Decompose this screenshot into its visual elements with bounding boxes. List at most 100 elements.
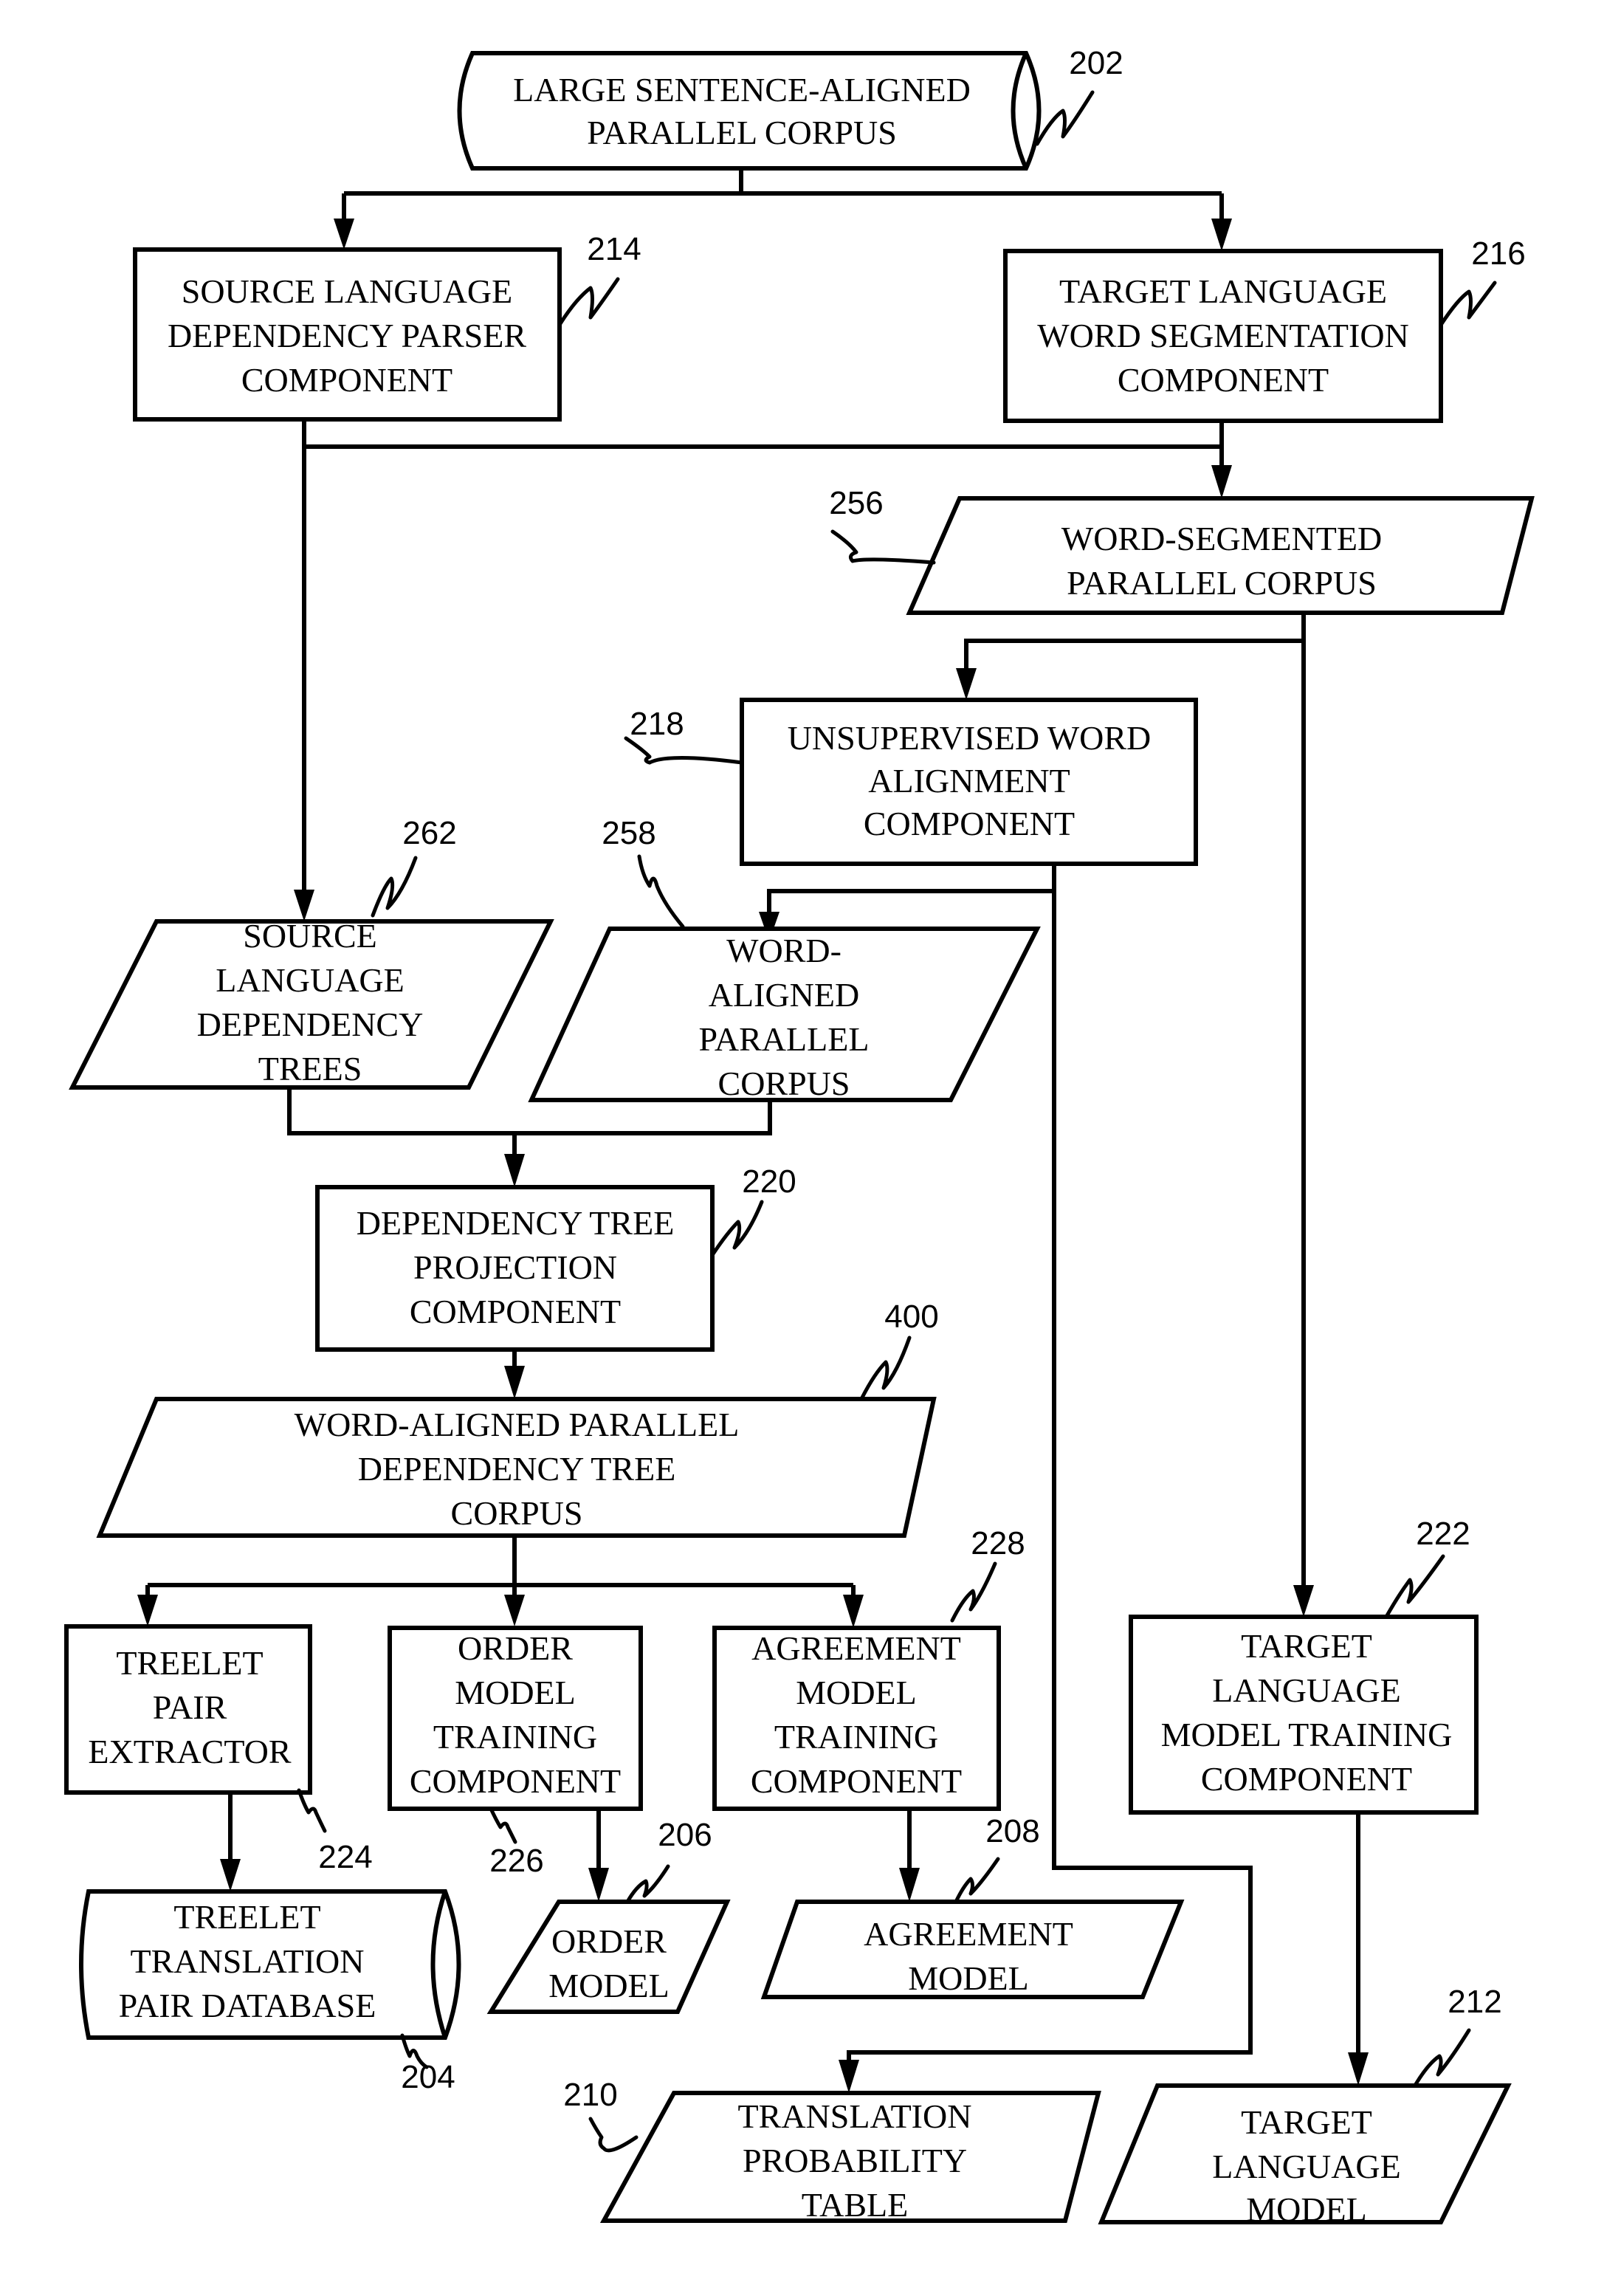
leader-squiggle-icon: [297, 1788, 327, 1833]
node-line: SOURCE LANGUAGE: [182, 272, 513, 310]
node-line: UNSUPERVISED WORD: [788, 719, 1152, 757]
node-treecorpus-400: WORD-ALIGNED PARALLEL DEPENDENCY TREE CORP…: [96, 1397, 937, 1538]
node-line: TRANSLATION: [131, 1942, 365, 1980]
node-line: AGREEMENT: [751, 1629, 961, 1667]
node-line: PARALLEL CORPUS: [587, 114, 897, 151]
ref-numeral: 220: [742, 1164, 796, 1200]
node-lmtrain-222: TARGET LANGUAGE MODEL TRAINING COMPONENT: [1129, 1615, 1479, 1815]
leader-squiggle-icon: [860, 1336, 912, 1400]
node-line: LARGE SENTENCE-ALIGNED: [513, 71, 971, 109]
node-line: MODEL: [796, 1674, 917, 1711]
leader-squiggle-icon: [371, 856, 418, 918]
node-line: MODEL TRAINING: [1161, 1716, 1453, 1753]
ref-numeral: 202: [1069, 45, 1123, 81]
edge-400-split: [148, 1536, 853, 1587]
node-line: WORD-: [726, 932, 842, 969]
arrow-to-208: [899, 1868, 920, 1902]
node-line: DEPENDENCY: [197, 1006, 424, 1043]
node-line: TARGET: [1241, 2103, 1372, 2141]
leader-squiggle-icon: [588, 2117, 639, 2153]
ref-numeral: 224: [318, 1839, 372, 1875]
leader-squiggle-icon: [710, 1200, 764, 1257]
ref-numeral: 256: [829, 485, 883, 521]
node-line: TREELET: [173, 1898, 320, 1936]
node-trees-262: SOURCE LANGUAGE DEPENDENCY TREES: [69, 917, 554, 1090]
node-treeletdb-204: TREELET TRANSLATION PAIR DATABASE: [79, 1889, 461, 2040]
ref-numeral: 210: [563, 2077, 617, 2113]
ref-numeral: 206: [658, 1817, 712, 1853]
ref-numeral: 222: [1416, 1516, 1470, 1552]
node-segmented-256: WORD-SEGMENTED PARALLEL CORPUS: [906, 496, 1535, 615]
node-aligned-258: WORD- ALIGNED PARALLEL CORPUS: [528, 927, 1041, 1102]
node-line: MODEL: [455, 1674, 576, 1711]
arrow-to-214: [334, 219, 354, 250]
arrow-to-400: [504, 1366, 525, 1399]
node-line: MODEL: [1246, 2190, 1367, 2228]
node-line: TREELET: [116, 1644, 263, 1682]
arrow-to-216: [1211, 219, 1232, 251]
leader-squiggle-icon: [489, 1807, 517, 1844]
arrow-to-226: [504, 1595, 525, 1626]
node-line: COMPONENT: [241, 361, 452, 399]
arrow-to-206: [588, 1868, 609, 1902]
node-line: DEPENDENCY TREE: [358, 1450, 676, 1488]
node-line: TRAINING: [774, 1718, 938, 1756]
ref-numeral: 262: [402, 815, 456, 851]
ref-numeral: 258: [602, 815, 655, 851]
node-line: COMPONENT: [1118, 361, 1329, 399]
arrow-to-204: [220, 1859, 241, 1891]
node-aligner-218: UNSUPERVISED WORD ALIGNMENT COMPONENT: [740, 698, 1198, 866]
node-line: DEPENDENCY TREE: [357, 1204, 675, 1242]
node-parser-214: SOURCE LANGUAGE DEPENDENCY PARSER COMPONEN…: [133, 247, 562, 422]
ref-numeral: 400: [884, 1299, 938, 1335]
node-line: CORPUS: [718, 1065, 850, 1102]
node-line: MODEL: [908, 1959, 1029, 1997]
node-lm-212: TARGET LANGUAGE MODEL: [1098, 2083, 1512, 2228]
node-agreetrain-228: AGREEMENT MODEL TRAINING COMPONENT: [712, 1626, 1001, 1811]
arrow-to-218: [956, 668, 977, 700]
node-line: WORD-ALIGNED PARALLEL: [295, 1406, 740, 1443]
node-line: ORDER: [551, 1922, 667, 1960]
node-corpus-202: LARGE SENTENCE-ALIGNED PARALLEL CORPUS: [457, 51, 1042, 171]
ref-numeral: 208: [985, 1813, 1039, 1849]
node-line: LANGUAGE: [1212, 1671, 1401, 1709]
node-line: COMPONENT: [751, 1762, 962, 1800]
node-line: DEPENDENCY PARSER: [168, 317, 526, 354]
arrow-to-228: [843, 1595, 864, 1628]
node-line: PAIR DATABASE: [119, 1987, 376, 2024]
node-line: PARALLEL: [699, 1020, 870, 1058]
leader-squiggle-icon: [830, 529, 936, 565]
node-projection-220: DEPENDENCY TREE PROJECTION COMPONENT: [315, 1185, 715, 1352]
ref-numeral: 212: [1448, 1984, 1501, 2020]
ref-numeral: 216: [1471, 236, 1525, 272]
node-segmenter-216: TARGET LANGUAGE WORD SEGMENTATION COMPONEN…: [1003, 249, 1443, 423]
node-line: LANGUAGE: [216, 961, 405, 999]
ref-numeral: 214: [587, 231, 641, 267]
node-line: PROJECTION: [413, 1248, 617, 1286]
ref-numeral: 218: [630, 706, 684, 742]
node-line: TREES: [258, 1050, 362, 1087]
arrow-to-210: [839, 2060, 859, 2093]
node-line: WORD-SEGMENTED: [1061, 520, 1382, 557]
node-agreemodel-208: AGREEMENT MODEL: [760, 1900, 1185, 1999]
node-line: MODEL: [548, 1967, 670, 2004]
leader-squiggle-icon: [954, 1857, 1000, 1904]
node-ordertrain-226: ORDER MODEL TRAINING COMPONENT: [388, 1626, 643, 1811]
arrow-to-220: [504, 1154, 525, 1187]
node-line: TRAINING: [433, 1718, 597, 1756]
node-line: PARALLEL CORPUS: [1067, 564, 1377, 602]
arrow-to-222: [1293, 1585, 1314, 1617]
node-line: COMPONENT: [1201, 1760, 1412, 1798]
edge-218-to-258: [767, 889, 1054, 915]
leader-squiggle-icon: [1035, 90, 1095, 146]
ref-numeral: 226: [489, 1843, 543, 1879]
leader-squiggle-icon: [1439, 281, 1497, 327]
edge-corpus-split: [344, 168, 1222, 196]
leader-squiggle-icon: [950, 1561, 997, 1623]
node-line: PROBABILITY: [743, 2142, 967, 2179]
node-line: COMPONENT: [864, 805, 1075, 842]
arrow-to-224: [137, 1595, 158, 1626]
leader-squiggle-icon: [637, 854, 685, 929]
ref-numeral: 228: [971, 1525, 1025, 1561]
leader-squiggle-icon: [1384, 1554, 1445, 1619]
